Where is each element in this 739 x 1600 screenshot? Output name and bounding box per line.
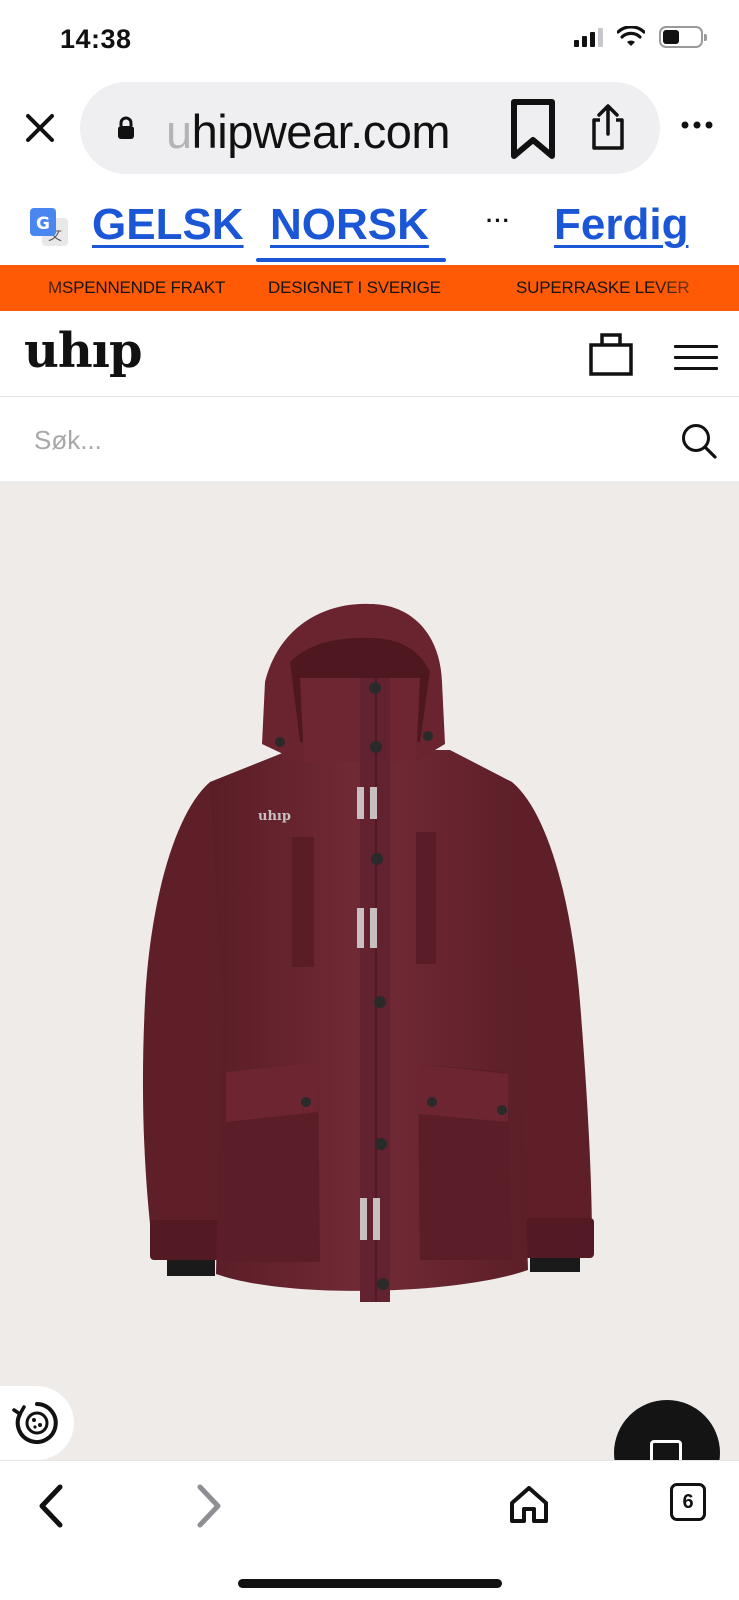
svg-text:G: G <box>36 214 50 234</box>
hamburger-menu-icon[interactable] <box>674 345 718 378</box>
cellular-signal-icon <box>574 27 603 47</box>
promo-item: DESIGNET I SVERIGE <box>268 278 441 297</box>
back-arrow-icon[interactable] <box>34 1483 68 1529</box>
browser-url-row: uhipwear.com <box>0 80 739 178</box>
shopping-bag-icon[interactable] <box>588 331 634 377</box>
site-logo[interactable]: uhıp <box>24 323 143 379</box>
home-icon[interactable] <box>508 1483 550 1525</box>
browser-toolbar: 6 <box>0 1460 739 1600</box>
url-text-domain: hipwear.com <box>191 105 451 158</box>
wifi-icon <box>617 26 645 46</box>
forward-arrow-icon[interactable] <box>192 1483 226 1529</box>
jacket-image: uhıp <box>142 603 594 1302</box>
search-bar <box>0 398 739 482</box>
search-input[interactable] <box>34 420 634 460</box>
cookie-settings-icon <box>12 1402 58 1444</box>
home-indicator <box>238 1579 502 1588</box>
jacket-logo-text: uhıp <box>258 809 291 824</box>
more-options-button[interactable] <box>680 104 714 138</box>
tabs-button[interactable]: 6 <box>670 1483 706 1521</box>
bookmark-icon[interactable] <box>508 98 558 160</box>
address-bar[interactable]: uhipwear.com <box>80 82 660 174</box>
status-time: 14:38 <box>60 24 132 54</box>
share-icon[interactable] <box>590 104 626 152</box>
translate-more-button[interactable]: ··· <box>486 208 511 234</box>
url-text-faded: u <box>166 105 192 158</box>
more-icon <box>681 121 713 129</box>
site-header: uhıp <box>0 311 739 397</box>
url-text: uhipwear.com <box>166 104 451 159</box>
product-image[interactable]: uhıp <box>0 482 739 1460</box>
promo-fade-left <box>0 265 70 311</box>
status-bar: 14:38 <box>0 0 739 80</box>
promo-item: MSPENNENDE FRAKT <box>48 278 226 297</box>
selected-language-indicator <box>256 258 446 262</box>
lock-icon <box>118 116 134 139</box>
promo-marquee: MSPENNENDE FRAKT DESIGNET I SVERIGE SUPE… <box>0 265 739 311</box>
cookie-settings-button[interactable] <box>0 1386 74 1460</box>
close-icon <box>26 114 54 142</box>
target-language-link[interactable]: NORSK <box>270 200 429 250</box>
battery-icon <box>659 26 707 48</box>
close-button[interactable] <box>18 106 62 150</box>
promo-fade-right <box>649 265 739 311</box>
status-icons <box>574 26 707 48</box>
source-language-link[interactable]: GELSK <box>92 200 244 250</box>
google-translate-icon: 文 G <box>30 208 68 246</box>
translate-done-button[interactable]: Ferdig <box>554 200 688 250</box>
battery-level <box>663 30 680 44</box>
search-icon[interactable] <box>680 422 718 460</box>
translate-bar: 文 G GELSK NORSK ··· Ferdig <box>0 178 739 264</box>
